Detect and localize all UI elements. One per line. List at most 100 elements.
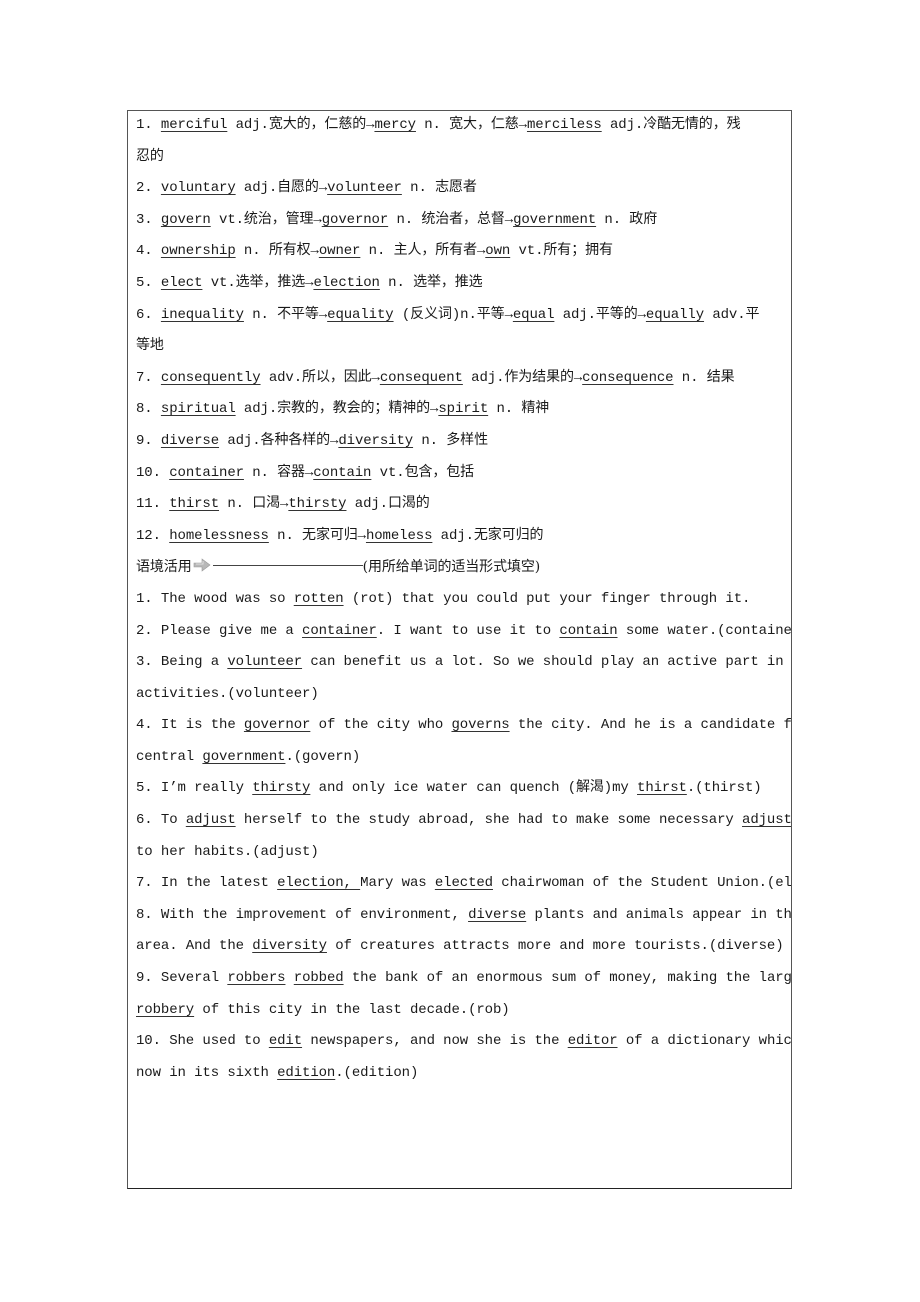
line-text: .(govern) xyxy=(285,748,361,765)
line-text: n. 精神 xyxy=(488,401,550,418)
answer-word: diversity xyxy=(338,432,414,449)
vocab-line: 4. ownership n. 所有权→owner n. 主人，所有者→own … xyxy=(136,240,791,272)
exercise-line: 5. I’m really thirsty and only ice water… xyxy=(136,777,791,809)
answer-word: thirst xyxy=(637,780,687,797)
answer-word: rotten xyxy=(293,590,344,607)
answer-word: edit xyxy=(268,1033,303,1050)
line-text: (rot) that you could put your finger thr… xyxy=(343,590,751,607)
vocab-line: 2. voluntary adj.自愿的→volunteer n. 志愿者 xyxy=(136,177,791,209)
answer-word: robbed xyxy=(293,970,344,987)
line-text: area. And the xyxy=(136,938,253,955)
line-text: adj.冷酷无情的，残 xyxy=(601,117,741,133)
line-text: 3. Being a xyxy=(136,654,228,671)
line-text: n. 志愿者 xyxy=(401,180,477,197)
section-title: 语境活用 xyxy=(136,559,192,576)
line-text: adj.各种各样的→ xyxy=(219,432,339,449)
line-text: now in its sixth xyxy=(136,1064,278,1081)
answer-word: spiritual xyxy=(160,401,236,418)
line-text: of this city in the last decade.(rob) xyxy=(194,1001,510,1018)
line-text: activities.(volunteer) xyxy=(136,685,319,702)
line-text: to her habits.(adjust) xyxy=(136,843,319,860)
vocab-line: 忍的 xyxy=(136,146,791,178)
answer-word: diverse xyxy=(160,432,220,449)
answer-word: editor xyxy=(567,1033,618,1050)
answer-word: inequality xyxy=(160,306,244,323)
answer-word: container xyxy=(302,622,377,639)
line-text: 5. I’m really xyxy=(136,780,253,797)
line-text: newspapers, and now she is the xyxy=(302,1033,568,1050)
fill-line xyxy=(212,565,363,567)
answer-word: adjust xyxy=(185,812,236,829)
line-text: .(edition) xyxy=(335,1064,419,1081)
line-text: 6. xyxy=(136,306,161,323)
line-text: 4. It is the xyxy=(136,717,244,734)
line-text: 2. Please give me a xyxy=(136,622,303,639)
vocab-line: 9. diverse adj.各种各样的→diversity n. 多样性 xyxy=(136,430,791,462)
line-text: of a dictionary which is xyxy=(625,1033,792,1050)
line-text: adj.平等的→ xyxy=(554,306,646,323)
vocab-line: 12. homelessness n. 无家可归→homeless adj.无家… xyxy=(136,525,791,557)
line-text: adj.宗教的，教会的；精神的→ xyxy=(235,401,439,418)
line-text: adj.口渴的 xyxy=(346,496,430,513)
answer-word: consequence xyxy=(582,369,674,386)
answer-word: equal xyxy=(512,306,555,323)
worksheet-box: 1. merciful adj.宽大的，仁慈的→mercy n. 宽大，仁慈→m… xyxy=(127,110,792,1189)
answer-word: robbery xyxy=(136,1001,195,1018)
line-text: n. 政府 xyxy=(596,211,658,228)
exercise-line: 7. In the latest election, Mary was elec… xyxy=(136,872,791,904)
line-text: 等地 xyxy=(136,338,164,355)
line-text: adj.无家可归的 xyxy=(432,527,544,544)
answer-word: adjustments xyxy=(742,812,792,829)
exercise-line: 2. Please give me a container. I want to… xyxy=(136,620,791,652)
line-text: .(thirst) xyxy=(686,780,762,797)
vocab-line: 5. elect vt.选举，推选→election n. 选举，推选 xyxy=(136,272,791,304)
line-text: 5. xyxy=(136,274,161,291)
line-text: 1. The wood was so xyxy=(136,590,294,607)
line-text: of creatures attracts more and more tour… xyxy=(326,938,784,955)
answer-word: voluntary xyxy=(160,180,236,197)
line-text: 7. xyxy=(136,369,161,386)
answer-word: election xyxy=(313,274,380,291)
line-text: adj.宽大的，仁慈的→ xyxy=(227,117,375,133)
line-text: n. 主人，所有者→ xyxy=(360,243,486,260)
answer-word: equality xyxy=(327,306,394,323)
exercise-line: 4. It is the governor of the city who go… xyxy=(136,714,791,746)
line-text: and only ice water can quench (解渴)my xyxy=(310,780,638,797)
answer-word: container xyxy=(169,464,244,481)
answer-word: owner xyxy=(318,243,361,260)
answer-word: govern xyxy=(160,211,211,228)
answer-word: elect xyxy=(160,274,203,291)
line-text: 6. To xyxy=(136,812,186,829)
line-text: n. 不平等→ xyxy=(243,306,328,323)
line-text: 忍的 xyxy=(136,148,164,165)
line-text: . I want to use it to xyxy=(376,622,560,639)
line-text: 11. xyxy=(136,496,170,513)
line-text: Mary was xyxy=(360,875,435,892)
exercise-line: 1. The wood was so rotten (rot) that you… xyxy=(136,588,791,620)
line-text: adv.平 xyxy=(704,306,760,323)
vocab-line: 6. inequality n. 不平等→equality (反义词)n.平等→… xyxy=(136,304,791,336)
line-text: adj.作为结果的→ xyxy=(462,369,583,386)
exercise-line: to her habits.(adjust) xyxy=(136,841,791,873)
line-text: can benefit us a lot. So we should play … xyxy=(302,654,792,671)
line-text: n. 多样性 xyxy=(413,432,488,449)
line-text: the bank of an enormous sum of money, ma… xyxy=(343,970,792,987)
answer-word: spirit xyxy=(438,401,489,418)
answer-word: volunteer xyxy=(327,180,402,197)
line-text: 8. With the improvement of environment, xyxy=(136,906,469,923)
line-text: 10. She used to xyxy=(136,1033,269,1050)
line-text: of the city who xyxy=(310,717,452,734)
line-text: 12. xyxy=(136,527,170,544)
answer-word: diverse xyxy=(468,906,527,923)
exercise-list: 1. The wood was so rotten (rot) that you… xyxy=(136,588,791,1094)
exercise-line: 6. To adjust herself to the study abroad… xyxy=(136,809,791,841)
answer-word: contain xyxy=(559,622,618,639)
vocab-line: 10. container n. 容器→contain vt.包含，包括 xyxy=(136,462,791,494)
line-text: 1. xyxy=(136,117,161,133)
vocab-line: 8. spiritual adj.宗教的，教会的；精神的→spirit n. 精… xyxy=(136,398,791,430)
line-text: n. 容器→ xyxy=(243,464,314,481)
line-text: vt.包含，包括 xyxy=(371,464,475,481)
line-text: central xyxy=(136,748,203,765)
answer-word: thirsty xyxy=(288,496,347,513)
answer-word: thirsty xyxy=(252,780,311,797)
